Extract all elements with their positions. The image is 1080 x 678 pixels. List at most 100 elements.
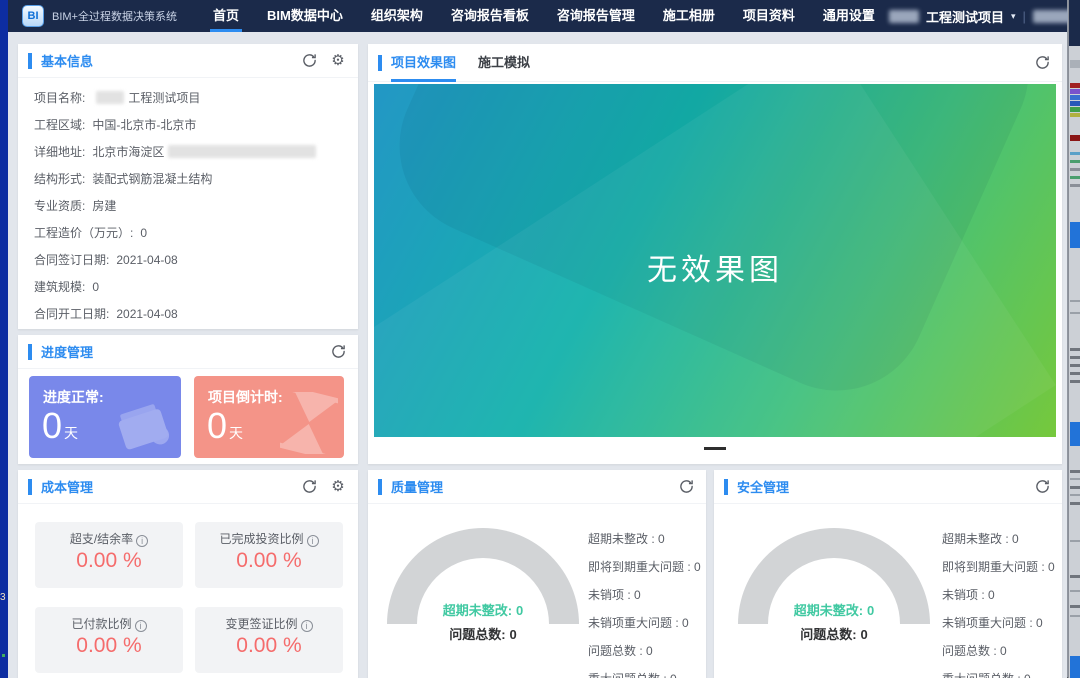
stat-item: 即将到期重大问题 : 0 xyxy=(588,558,701,575)
gear-icon[interactable]: ⚙ xyxy=(330,53,346,69)
info-icon[interactable]: i xyxy=(301,620,313,632)
background-window-left-sliver: 3 xyxy=(0,0,8,678)
navbar-right-cluster: 工程测试项目 ▾ | ▾ | ? xyxy=(889,7,1080,26)
stat-item: 即将到期重大问题 : 0 xyxy=(942,558,1055,575)
no-effect-image-text: 无效果图 xyxy=(647,245,783,289)
panel-header: 项目效果图 施工模拟 xyxy=(368,44,1062,82)
sliver-mark xyxy=(1070,356,1080,359)
sliver-mark xyxy=(1070,168,1080,171)
sliver-mark xyxy=(1070,494,1080,496)
accent-bar xyxy=(28,479,32,495)
menu-item-bim-data-center[interactable]: BIM数据中心 xyxy=(253,0,357,32)
sliver-mark xyxy=(1070,422,1080,446)
sliver-mark xyxy=(1070,101,1080,106)
refresh-icon[interactable] xyxy=(678,479,694,495)
progress-normal-card: 进度正常: 0天 xyxy=(29,376,181,458)
cost-stat-value: 0.00 % xyxy=(35,549,183,573)
menu-item-project-files[interactable]: 项目资料 xyxy=(729,0,809,32)
app-logo-icon[interactable]: BI xyxy=(22,5,44,27)
sliver-mark xyxy=(1070,348,1080,351)
cost-stat-value: 0.00 % xyxy=(35,634,183,658)
cost-stat-card: 超支/结余率i 0.00 % xyxy=(35,522,183,588)
redacted-text xyxy=(168,145,316,158)
project-countdown-card: 项目倒计时: 0天 xyxy=(194,376,344,458)
sliver-mark xyxy=(1070,615,1080,617)
accent-bar xyxy=(378,479,382,495)
menu-item-org-structure[interactable]: 组织架构 xyxy=(357,0,437,32)
safety-stat-list: 超期未整改 : 0 即将到期重大问题 : 0 未销项 : 0 未销项重大问题 :… xyxy=(942,530,1055,678)
panel-header: 质量管理 xyxy=(368,470,706,504)
sliver-mark xyxy=(1069,0,1080,46)
panel-header: 安全管理 xyxy=(714,470,1062,504)
sliver-mark xyxy=(1070,152,1080,155)
sliver-mark xyxy=(1070,590,1080,592)
stat-item: 问题总数 : 0 xyxy=(588,642,701,659)
sliver-mark xyxy=(1070,160,1080,163)
panel-title: 进度管理 xyxy=(41,342,93,361)
refresh-icon[interactable] xyxy=(1034,479,1050,495)
progress-days-value: 0 xyxy=(42,405,62,446)
countdown-days-value: 0 xyxy=(207,405,227,446)
stat-item: 超期未整改 : 0 xyxy=(942,530,1055,547)
left-sliver-dot xyxy=(2,654,5,657)
sliver-mark xyxy=(1070,312,1080,314)
refresh-icon[interactable] xyxy=(301,53,317,69)
info-field-row: 工程区域:中国-北京市-北京市 xyxy=(18,111,358,138)
logo-text: BI xyxy=(28,10,39,22)
quality-stat-list: 超期未整改 : 0 即将到期重大问题 : 0 未销项 : 0 未销项重大问题 :… xyxy=(588,530,701,678)
redacted-project-prefix xyxy=(889,10,919,23)
cost-stat-value: 0.00 % xyxy=(195,549,343,573)
stat-item: 未销项重大问题 : 0 xyxy=(588,614,701,631)
refresh-icon[interactable] xyxy=(1034,55,1050,71)
menu-item-report-board[interactable]: 咨询报告看板 xyxy=(437,0,543,32)
sliver-mark xyxy=(1070,83,1080,88)
sliver-mark xyxy=(1070,113,1080,117)
sliver-mark xyxy=(1070,372,1080,375)
chevron-down-icon[interactable]: ▾ xyxy=(1011,11,1016,22)
accent-bar xyxy=(378,55,382,71)
tab-construction-simulation[interactable]: 施工模拟 xyxy=(478,44,530,82)
project-selector[interactable]: 工程测试项目 xyxy=(926,7,1004,26)
panel-header: 成本管理 ⚙ xyxy=(18,470,358,504)
gauge-overdue-label: 超期未整改:0 xyxy=(387,600,579,619)
sliver-mark xyxy=(1070,502,1080,505)
main-menu: 首页 BIM数据中心 组织架构 咨询报告看板 咨询报告管理 施工相册 项目资料 … xyxy=(199,0,889,32)
sliver-mark xyxy=(1070,540,1080,542)
sliver-mark xyxy=(1070,60,1080,68)
accent-bar xyxy=(724,479,728,495)
stat-item: 未销项 : 0 xyxy=(588,586,701,603)
panel-title: 成本管理 xyxy=(41,477,93,496)
app-window: BI BIM+全过程数据决策系统 首页 BIM数据中心 组织架构 咨询报告看板 … xyxy=(8,0,1068,678)
panel-basic-info: 基本信息 ⚙ 项目名称:工程测试项目 工程区域:中国-北京市-北京市 详细地址:… xyxy=(18,44,358,329)
info-field-row: 结构形式:装配式钢筋混凝土结构 xyxy=(18,165,358,192)
panel-render: 项目效果图 施工模拟 无效果图 xyxy=(368,44,1062,464)
panel-safety: 安全管理 超期未整改:0 问题总数:0 超期未整改 : 0 即将到期重大问题 :… xyxy=(714,470,1062,678)
panel-progress: 进度管理 进度正常: 0天 项目倒计时: 0天 xyxy=(18,335,358,464)
sliver-mark xyxy=(1070,300,1080,302)
sliver-mark xyxy=(1070,184,1080,187)
tab-effect-image[interactable]: 项目效果图 xyxy=(391,44,456,82)
carousel-indicator[interactable] xyxy=(704,447,726,450)
panel-header: 进度管理 xyxy=(18,335,358,369)
gear-icon[interactable]: ⚙ xyxy=(330,479,346,495)
refresh-icon[interactable] xyxy=(330,344,346,360)
info-icon[interactable]: i xyxy=(307,535,319,547)
stat-item: 重大问题总数 : 0 xyxy=(942,670,1055,678)
top-navbar: BI BIM+全过程数据决策系统 首页 BIM数据中心 组织架构 咨询报告看板 … xyxy=(8,0,1067,32)
info-field-row: 工程造价（万元）:0 xyxy=(18,219,358,246)
background-window-right-sliver xyxy=(1068,0,1080,678)
menu-item-general-settings[interactable]: 通用设置 xyxy=(809,0,889,32)
refresh-icon[interactable] xyxy=(301,479,317,495)
menu-item-report-manage[interactable]: 咨询报告管理 xyxy=(543,0,649,32)
menu-item-construction-album[interactable]: 施工相册 xyxy=(649,0,729,32)
panel-title: 基本信息 xyxy=(41,51,93,70)
sliver-mark xyxy=(1070,486,1080,489)
cost-stat-card: 已付款比例i 0.00 % xyxy=(35,607,183,673)
sliver-mark xyxy=(1070,135,1080,141)
sliver-mark xyxy=(1070,176,1080,179)
menu-item-home[interactable]: 首页 xyxy=(199,0,253,32)
info-icon[interactable]: i xyxy=(136,535,148,547)
sliver-mark xyxy=(1070,89,1080,94)
panel-cost: 成本管理 ⚙ 超支/结余率i 0.00 % 已完成投资比例i 0.00 % 已付… xyxy=(18,470,358,678)
info-icon[interactable]: i xyxy=(135,620,147,632)
